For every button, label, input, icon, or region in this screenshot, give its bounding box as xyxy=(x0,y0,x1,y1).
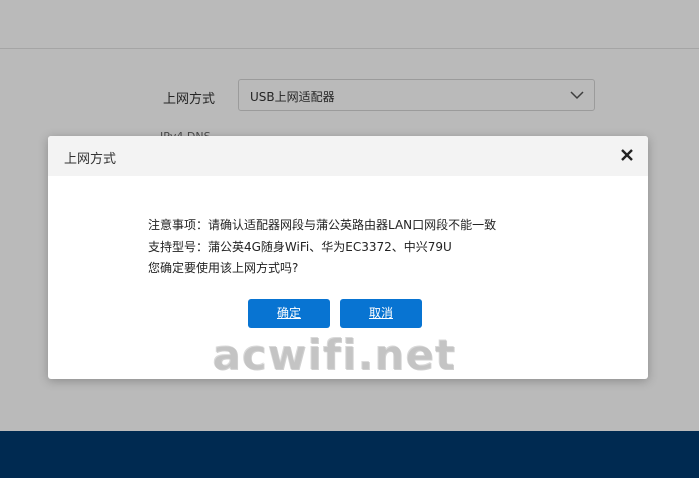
dialog-title: 上网方式 xyxy=(64,152,117,167)
confirm-button[interactable]: 确定 xyxy=(248,299,330,328)
dialog-question-line: 您确定要使用该上网方式吗? xyxy=(148,261,299,275)
dialog-notice-line: 注意事项：请确认适配器网段与蒲公英路由器LAN口网段不能一致 xyxy=(148,218,497,232)
confirm-button-label: 确定 xyxy=(276,306,301,320)
cancel-button-label: 取消 xyxy=(368,306,393,320)
close-icon[interactable] xyxy=(619,147,635,163)
dialog-message: 注意事项：请确认适配器网段与蒲公英路由器LAN口网段不能一致 支持型号：蒲公英4… xyxy=(148,215,608,280)
cancel-button[interactable]: 取消 xyxy=(340,299,422,328)
watermark: acwifi.net xyxy=(212,330,456,379)
dialog-models-line: 支持型号：蒲公英4G随身WiFi、华为EC3372、中兴79U xyxy=(148,239,452,254)
dialog-header: 上网方式 xyxy=(48,136,648,176)
